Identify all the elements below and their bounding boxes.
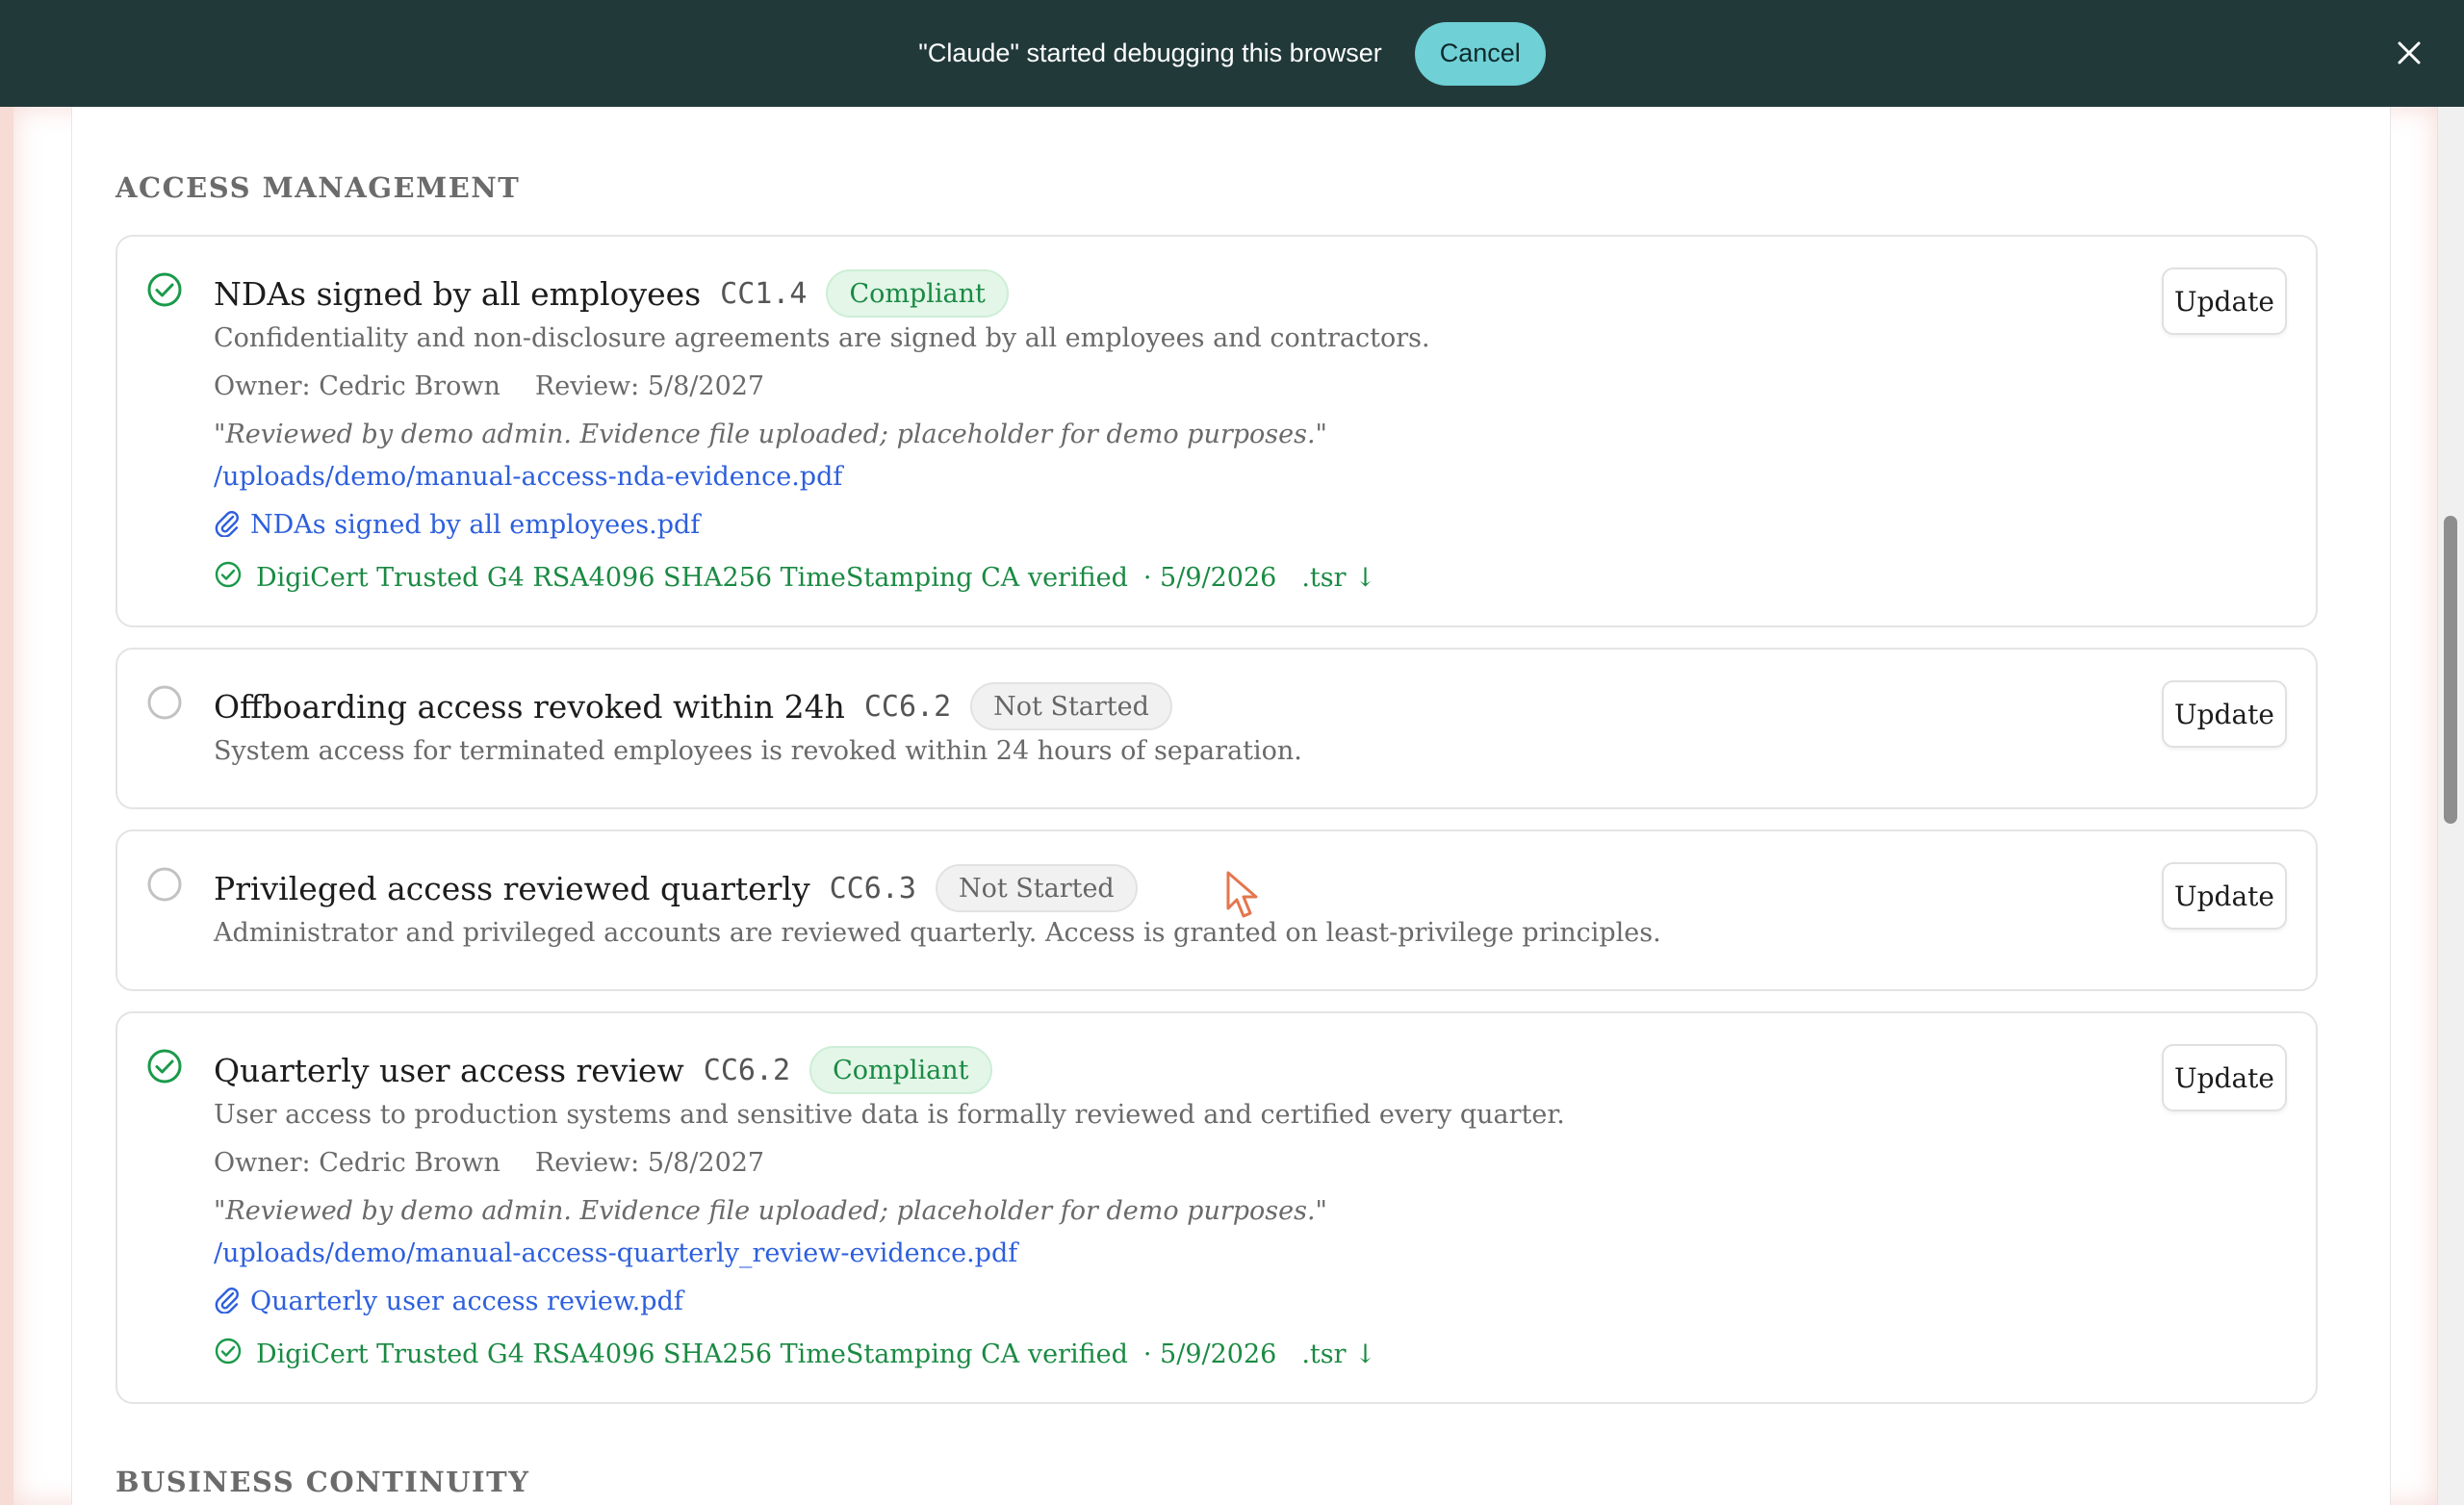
timestamp-verification: DigiCert Trusted G4 RSA4096 SHA256 TimeS… <box>214 560 1376 596</box>
scrollbar[interactable] <box>2437 107 2464 1505</box>
paperclip-icon <box>214 1285 239 1317</box>
paperclip-icon <box>214 508 239 541</box>
debug-message: "Claude" started debugging this browser <box>918 38 1382 67</box>
control-title-row: Quarterly user access review CC6.2 Compl… <box>214 1046 992 1094</box>
control-meta: Owner: Cedric Brown Review: 5/8/2027 <box>214 371 764 401</box>
control-description: System access for terminated employees i… <box>214 736 1302 766</box>
control-card: Quarterly user access review CC6.2 Compl… <box>116 1011 2318 1404</box>
update-button[interactable]: Update <box>2162 1044 2287 1111</box>
empty-circle-icon <box>146 684 183 721</box>
attachment-link[interactable]: NDAs signed by all employees.pdf <box>250 510 700 540</box>
verification-text: DigiCert Trusted G4 RSA4096 SHA256 TimeS… <box>256 563 1128 593</box>
check-circle-icon <box>146 271 183 308</box>
evidence-path-link[interactable]: /uploads/demo/manual-access-quarterly_re… <box>214 1238 1017 1268</box>
verification-text: DigiCert Trusted G4 RSA4096 SHA256 TimeS… <box>256 1339 1128 1369</box>
control-review-date: Review: 5/8/2027 <box>534 1148 765 1178</box>
status-badge: Compliant <box>809 1046 992 1094</box>
empty-circle-icon <box>146 866 183 903</box>
update-button[interactable]: Update <box>2162 862 2287 930</box>
timestamp-verification: DigiCert Trusted G4 RSA4096 SHA256 TimeS… <box>214 1337 1376 1372</box>
section-heading-access-management: ACCESS MANAGEMENT <box>116 171 521 204</box>
verification-date: · 5/9/2026 <box>1142 1339 1277 1369</box>
tsr-download-link[interactable]: .tsr ↓ <box>1301 563 1375 593</box>
control-meta: Owner: Cedric Brown Review: 5/8/2027 <box>214 1148 764 1178</box>
attachment-row: NDAs signed by all employees.pdf <box>214 508 700 541</box>
control-card: Offboarding access revoked within 24h CC… <box>116 648 2318 809</box>
control-description: Administrator and privileged accounts ar… <box>214 918 1661 948</box>
control-note: "Reviewed by demo admin. Evidence file u… <box>214 420 1327 449</box>
section-heading-business-continuity: BUSINESS CONTINUITY <box>116 1466 530 1498</box>
cancel-debug-button[interactable]: Cancel <box>1414 21 1546 86</box>
control-card: Privileged access reviewed quarterly CC6… <box>116 829 2318 991</box>
control-title-row: NDAs signed by all employees CC1.4 Compl… <box>214 269 1009 318</box>
evidence-path-link[interactable]: /uploads/demo/manual-access-nda-evidence… <box>214 462 842 492</box>
update-button[interactable]: Update <box>2162 268 2287 335</box>
control-title: Quarterly user access review <box>214 1051 684 1089</box>
control-owner: Owner: Cedric Brown <box>214 1148 500 1178</box>
control-note: "Reviewed by demo admin. Evidence file u… <box>214 1196 1327 1226</box>
control-review-date: Review: 5/8/2027 <box>534 371 765 401</box>
verified-icon <box>214 1337 243 1372</box>
control-owner: Owner: Cedric Brown <box>214 371 500 401</box>
control-title-row: Privileged access reviewed quarterly CC6… <box>214 864 1138 912</box>
control-title-row: Offboarding access revoked within 24h CC… <box>214 682 1172 730</box>
control-title: NDAs signed by all employees <box>214 274 702 313</box>
control-code: CC6.2 <box>863 689 952 724</box>
status-badge: Compliant <box>826 269 1009 318</box>
close-icon[interactable] <box>2391 35 2427 71</box>
control-code: CC6.3 <box>829 871 916 906</box>
verification-date: · 5/9/2026 <box>1142 563 1277 593</box>
control-title: Offboarding access revoked within 24h <box>214 687 845 726</box>
check-circle-icon <box>146 1048 183 1084</box>
control-card: NDAs signed by all employees CC1.4 Compl… <box>116 235 2318 627</box>
control-description: Confidentiality and non-disclosure agree… <box>214 323 1430 353</box>
update-button[interactable]: Update <box>2162 680 2287 748</box>
control-description: User access to production systems and se… <box>214 1100 1565 1130</box>
verified-icon <box>214 560 243 596</box>
control-title: Privileged access reviewed quarterly <box>214 869 810 907</box>
attachment-link[interactable]: Quarterly user access review.pdf <box>250 1287 683 1316</box>
debug-banner: "Claude" started debugging this browser … <box>0 0 2464 107</box>
control-code: CC1.4 <box>720 276 808 311</box>
status-badge: Not Started <box>970 682 1172 730</box>
attachment-row: Quarterly user access review.pdf <box>214 1285 683 1317</box>
mouse-cursor-icon <box>1224 870 1267 922</box>
tsr-download-link[interactable]: .tsr ↓ <box>1301 1339 1375 1369</box>
scrollbar-thumb[interactable] <box>2444 516 2457 824</box>
control-code: CC6.2 <box>703 1053 791 1087</box>
status-badge: Not Started <box>935 864 1138 912</box>
